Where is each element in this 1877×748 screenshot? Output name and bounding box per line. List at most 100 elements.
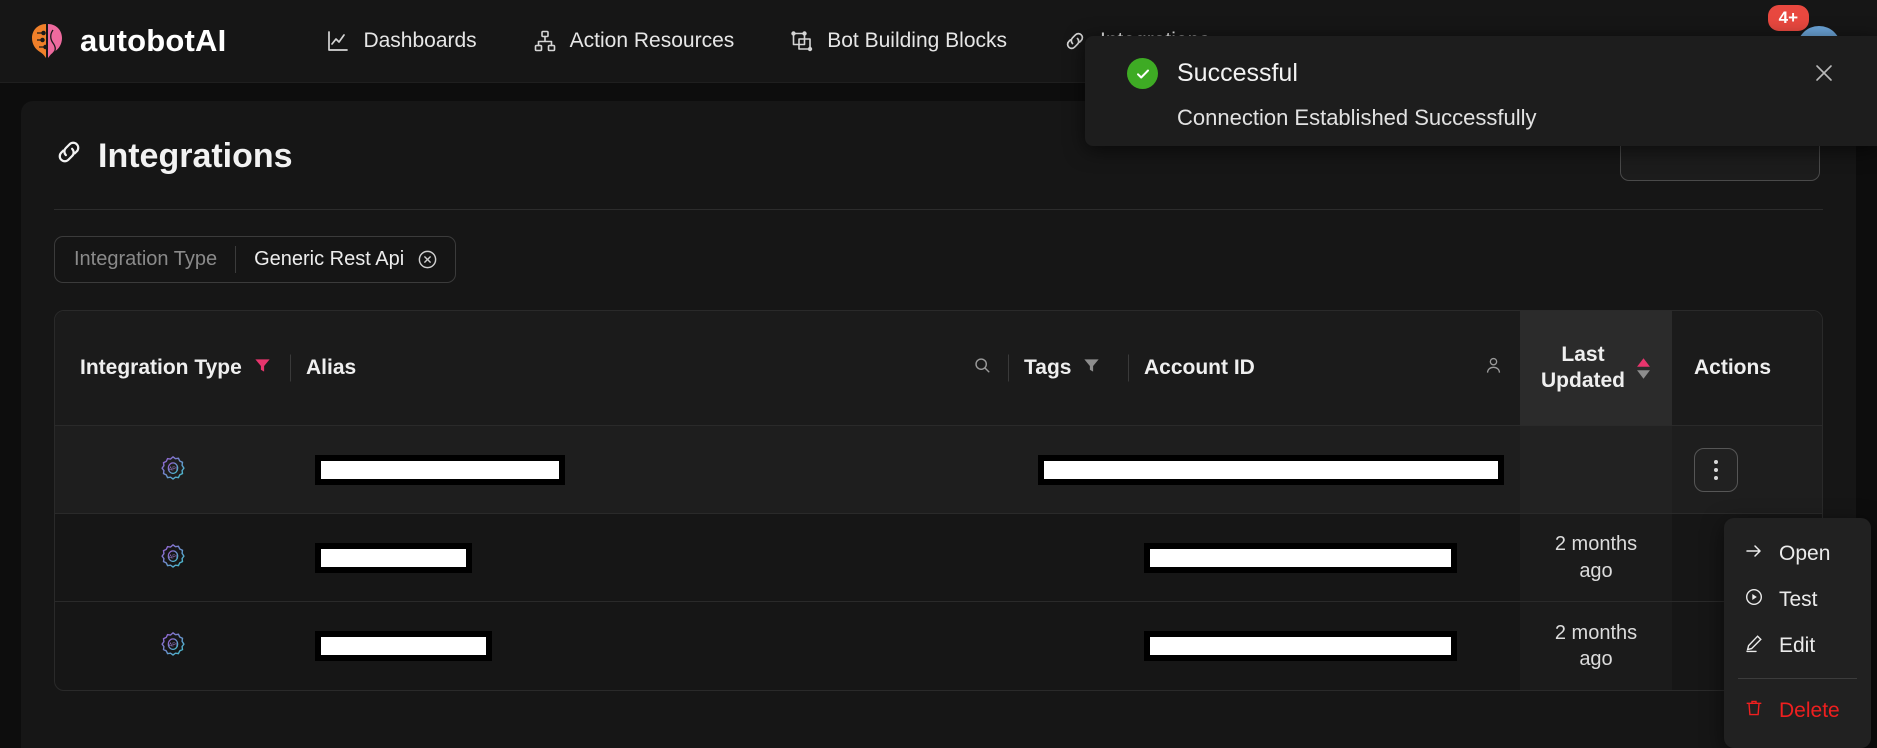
notification-badge[interactable]: 4+: [1767, 5, 1809, 32]
brand-name: autobotAI: [80, 23, 227, 58]
table-row[interactable]: API 2 months ago: [55, 602, 1822, 690]
column-label: Last Updated: [1541, 342, 1625, 395]
svg-text:API: API: [168, 554, 176, 560]
filter-icon[interactable]: [253, 356, 272, 381]
search-icon[interactable]: [973, 356, 992, 381]
nav-item-bot-building-blocks[interactable]: Bot Building Blocks: [790, 29, 1007, 53]
page-title: Integrations: [54, 137, 293, 176]
svg-text:API: API: [168, 466, 176, 472]
column-label: Integration Type: [80, 356, 242, 379]
blocks-icon: [790, 29, 814, 53]
link-icon: [54, 137, 84, 176]
cell-integration-type: API: [55, 602, 290, 690]
table-row[interactable]: API 2 months ago: [55, 514, 1822, 602]
cell-last-updated: 2 months ago: [1520, 602, 1672, 690]
column-header-actions: Actions: [1672, 311, 1822, 425]
toast-header: Successful: [1127, 58, 1877, 89]
kebab-menu-icon[interactable]: [1694, 447, 1738, 492]
cell-actions: [1672, 426, 1822, 513]
brand-logo-group[interactable]: autobotAI: [26, 20, 226, 62]
arrow-right-icon: [1744, 541, 1764, 567]
filter-chip-integration-type[interactable]: Integration Type Generic Rest Api: [54, 236, 457, 283]
redacted-value: [1038, 454, 1504, 485]
nav-items: Dashboards Action Resources Bot Building…: [326, 29, 1210, 53]
toast-message: Connection Established Successfully: [1177, 105, 1537, 130]
table-row[interactable]: API: [55, 426, 1822, 514]
nav-label: Bot Building Blocks: [827, 29, 1008, 52]
menu-item-test[interactable]: Test: [1724, 577, 1871, 623]
check-circle-icon: [1127, 58, 1158, 89]
cell-last-updated: [1520, 426, 1672, 513]
cell-integration-type: API: [55, 514, 290, 601]
pencil-icon: [1744, 633, 1764, 659]
column-divider: [1128, 354, 1129, 382]
nav-item-action-resources[interactable]: Action Resources: [533, 29, 735, 53]
column-header-account-id[interactable]: Account ID: [1128, 311, 1520, 425]
toast-notification: Successful Connection Established Succes…: [1085, 36, 1877, 146]
play-circle-icon: [1744, 587, 1764, 613]
cell-account-id: [1128, 514, 1520, 601]
nav-item-dashboards[interactable]: Dashboards: [326, 29, 477, 53]
sort-arrows-icon[interactable]: [1636, 357, 1651, 379]
svg-text:API: API: [168, 642, 176, 648]
filter-row: Integration Type Generic Rest Api: [21, 210, 1856, 283]
column-header-tags[interactable]: Tags: [1008, 311, 1128, 425]
filter-chip-value: Generic Rest Api: [254, 248, 405, 270]
menu-item-label: Test: [1779, 588, 1818, 611]
column-label: Account ID: [1144, 356, 1255, 379]
cell-account-id: [1022, 426, 1520, 513]
cell-tags: [1008, 602, 1128, 690]
link-icon: [1063, 29, 1087, 53]
autobotai-logo-icon: [26, 20, 68, 62]
filter-icon[interactable]: [1082, 356, 1101, 381]
cell-integration-type: API: [55, 426, 290, 513]
menu-item-edit[interactable]: Edit: [1724, 623, 1871, 669]
api-badge-icon: API: [158, 543, 188, 573]
api-badge-icon: API: [158, 455, 188, 485]
menu-item-delete[interactable]: Delete: [1724, 688, 1871, 734]
redacted-value: [315, 631, 492, 661]
column-header-alias[interactable]: Alias: [290, 311, 1008, 425]
chart-line-icon: [326, 29, 350, 53]
person-icon[interactable]: [1483, 355, 1504, 382]
menu-item-label: Open: [1779, 542, 1831, 565]
column-divider: [290, 354, 291, 382]
menu-item-open[interactable]: Open: [1724, 531, 1871, 577]
cell-last-updated: 2 months ago: [1520, 514, 1672, 601]
cell-alias: [290, 514, 1008, 601]
close-icon[interactable]: [1811, 60, 1837, 86]
column-header-integration-type[interactable]: Integration Type: [55, 311, 290, 425]
redacted-value: [1144, 542, 1457, 573]
integrations-page-card: Integrations Integration Type Generic Re…: [21, 101, 1856, 748]
page-title-text: Integrations: [98, 136, 293, 175]
close-circle-icon[interactable]: [417, 249, 438, 270]
integrations-table: Integration Type Alias Tags Account ID L…: [54, 310, 1823, 691]
redacted-value: [315, 454, 565, 485]
table-header-row: Integration Type Alias Tags Account ID L…: [55, 311, 1822, 426]
column-header-last-updated[interactable]: Last Updated: [1520, 311, 1672, 425]
cell-alias: [290, 602, 1008, 690]
filter-chip-label: Integration Type: [74, 248, 218, 270]
trash-icon: [1744, 698, 1764, 724]
cell-account-id: [1128, 602, 1520, 690]
column-divider: [1008, 354, 1009, 382]
cell-tags: [902, 426, 1022, 513]
sitemap-icon: [533, 29, 557, 53]
column-label-line1: Last: [1561, 342, 1605, 366]
nav-label: Dashboards: [363, 29, 477, 52]
menu-divider: [1738, 678, 1857, 679]
api-badge-icon: API: [158, 631, 188, 661]
toast-title: Successful: [1177, 59, 1298, 87]
column-label: Actions: [1694, 356, 1772, 379]
menu-item-label: Edit: [1779, 634, 1816, 657]
column-label: Tags: [1024, 356, 1072, 379]
column-label-line2: Updated: [1541, 369, 1625, 392]
redacted-value: [315, 542, 472, 573]
column-label: Alias: [306, 356, 357, 379]
cell-tags: [1008, 514, 1128, 601]
menu-item-label: Delete: [1779, 699, 1840, 722]
redacted-value: [1144, 631, 1457, 661]
actions-dropdown-menu: Open Test Edit Delete: [1724, 518, 1871, 748]
cell-alias: [290, 426, 902, 513]
nav-label: Action Resources: [569, 29, 735, 52]
